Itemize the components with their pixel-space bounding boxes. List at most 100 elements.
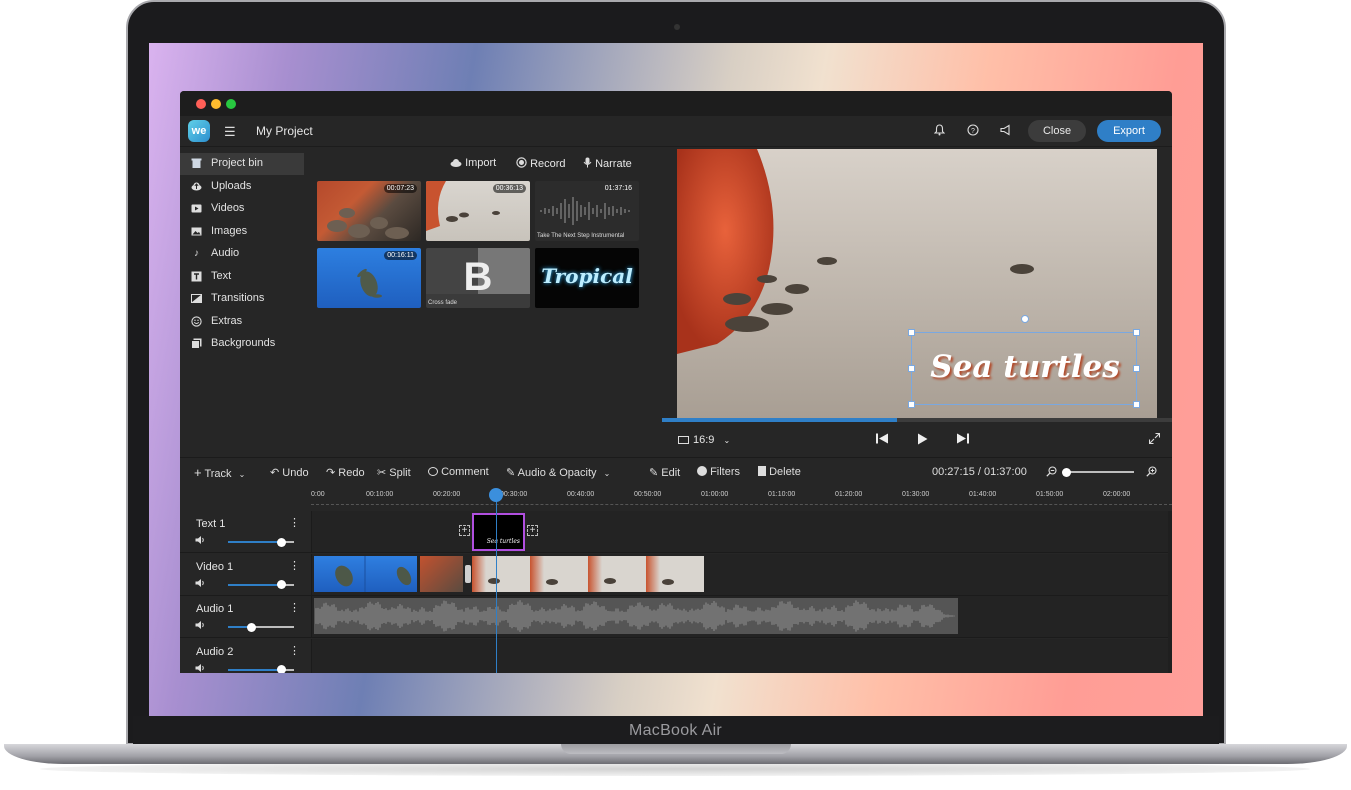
sidebar-item-project-bin[interactable]: Project bin: [180, 153, 304, 175]
track-menu-icon[interactable]: ⋮: [289, 601, 300, 614]
comment-button[interactable]: Comment: [428, 466, 489, 478]
track-volume-knob[interactable]: [247, 622, 257, 632]
track-name[interactable]: Audio 2: [196, 646, 233, 658]
sidebar-item-videos[interactable]: Videos: [180, 198, 304, 220]
zoom-slider-knob[interactable]: [1062, 467, 1071, 477]
aspect-ratio-icon: [678, 436, 689, 444]
track-volume-knob[interactable]: [276, 537, 286, 547]
import-button[interactable]: Import: [450, 157, 496, 170]
sidebar-item-transitions[interactable]: Transitions: [180, 288, 304, 310]
bell-icon[interactable]: [933, 124, 946, 139]
window-close-dot[interactable]: [196, 99, 206, 109]
track-name[interactable]: Video 1: [196, 561, 233, 573]
speaker-icon[interactable]: [195, 663, 205, 674]
add-track-label: Track: [204, 468, 232, 480]
speaker-icon[interactable]: [195, 535, 205, 548]
play-icon[interactable]: [917, 433, 928, 448]
media-item[interactable]: 00:16:11: [317, 248, 421, 308]
track-name[interactable]: Text 1: [196, 518, 225, 530]
sidebar-item-images[interactable]: Images: [180, 221, 304, 243]
resize-handle[interactable]: [908, 365, 915, 372]
resize-handle[interactable]: [1133, 365, 1140, 372]
help-icon[interactable]: ?: [967, 124, 979, 139]
zoom-out-icon[interactable]: [1046, 466, 1057, 480]
sidebar-item-backgrounds[interactable]: Backgrounds: [180, 333, 304, 355]
track-header: Audio 1 ⋮: [180, 596, 311, 638]
track-volume-knob[interactable]: [276, 580, 286, 589]
media-item[interactable]: 00:07:23: [317, 181, 421, 241]
resize-handle[interactable]: [1133, 329, 1140, 336]
playback-progress-bar[interactable]: [662, 418, 1172, 422]
sidebar-item-uploads[interactable]: Uploads: [180, 176, 304, 198]
export-button[interactable]: Export: [1097, 120, 1161, 142]
speaker-icon[interactable]: [195, 578, 205, 591]
add-transition-before[interactable]: +: [459, 525, 470, 536]
narrate-button[interactable]: Narrate: [583, 157, 632, 171]
track-name[interactable]: Audio 1: [196, 603, 233, 615]
clip-trim-handle[interactable]: [465, 565, 471, 583]
resize-handle[interactable]: [908, 401, 915, 408]
track-volume-slider[interactable]: [228, 622, 294, 632]
fullscreen-icon[interactable]: [1148, 432, 1161, 447]
aspect-ratio-select[interactable]: 16:9 ⌄: [678, 434, 730, 446]
audio-clip[interactable]: [314, 598, 958, 634]
track-volume-slider[interactable]: [228, 537, 294, 547]
filters-button[interactable]: Filters: [697, 466, 740, 478]
add-track-button[interactable]: + Track ⌄: [194, 465, 245, 480]
sidebar-item-audio[interactable]: ♪ Audio: [180, 243, 304, 265]
resize-handle[interactable]: [1133, 401, 1140, 408]
track-lane[interactable]: [311, 638, 1168, 673]
window-titlebar: [180, 91, 1172, 116]
audio-opacity-button[interactable]: ✎ Audio & Opacity ⌄: [506, 466, 610, 479]
delete-button[interactable]: Delete: [758, 466, 801, 478]
media-item[interactable]: 01:37:16 Take The Next Step Instrumental: [535, 181, 639, 241]
skip-back-icon[interactable]: [876, 433, 888, 447]
close-button[interactable]: Close: [1028, 120, 1086, 142]
track-menu-icon[interactable]: ⋮: [289, 559, 300, 572]
window-minimize-dot[interactable]: [211, 99, 221, 109]
timeline-ruler[interactable]: 0:00 00:10:00 00:20:00 00:30:00 00:40:00 00:5…: [311, 487, 1172, 505]
track-volume-knob[interactable]: [276, 665, 286, 673]
track-volume-slider[interactable]: [228, 665, 294, 673]
undo-button[interactable]: ↶ Undo: [270, 466, 309, 479]
overlay-text[interactable]: Sea turtles: [912, 349, 1138, 385]
zoom-slider[interactable]: [1062, 467, 1134, 477]
comment-label: Comment: [441, 466, 489, 478]
sidebar-item-extras[interactable]: Extras: [180, 311, 304, 333]
resize-handle[interactable]: [908, 329, 915, 336]
video-clip[interactable]: [420, 556, 463, 592]
text-clip[interactable]: Sea turtles: [472, 513, 525, 551]
record-button[interactable]: Record: [516, 157, 566, 171]
track-menu-icon[interactable]: ⋮: [289, 516, 300, 529]
redo-button[interactable]: ↷ Redo: [326, 466, 365, 479]
track-lane[interactable]: [311, 511, 1168, 553]
playhead-handle[interactable]: [489, 488, 503, 502]
split-button[interactable]: ✂ Split: [377, 466, 411, 479]
video-clip[interactable]: [472, 556, 704, 592]
narrate-label: Narrate: [595, 158, 632, 170]
video-preview[interactable]: Sea turtles: [677, 149, 1157, 419]
hamburger-menu-icon[interactable]: ☰: [224, 124, 236, 140]
sidebar-item-label: Extras: [211, 315, 243, 327]
timeline-scrollbar[interactable]: [1168, 511, 1172, 673]
smiley-icon: [191, 316, 202, 327]
speaker-icon[interactable]: [195, 620, 205, 633]
media-item[interactable]: 00:36:13: [426, 181, 530, 241]
track-menu-icon[interactable]: ⋮: [289, 644, 300, 657]
announce-icon[interactable]: [1000, 124, 1012, 139]
app-logo[interactable]: we: [188, 120, 210, 142]
add-transition-after[interactable]: +: [527, 525, 538, 536]
edit-button[interactable]: ✎ Edit: [649, 466, 680, 479]
window-zoom-dot[interactable]: [226, 99, 236, 109]
timecode: 00:27:15 / 01:37:00: [932, 466, 1027, 478]
zoom-in-icon[interactable]: [1146, 466, 1157, 480]
rotate-handle[interactable]: [1021, 315, 1029, 323]
sidebar-item-text[interactable]: Text: [180, 266, 304, 288]
media-item[interactable]: B Cross fade: [426, 248, 530, 308]
text-overlay-selection[interactable]: Sea turtles: [908, 315, 1140, 408]
track-volume-slider[interactable]: [228, 580, 294, 589]
video-clip[interactable]: [314, 556, 417, 592]
project-title[interactable]: My Project: [256, 124, 313, 138]
media-item[interactable]: Tropical: [535, 248, 639, 308]
skip-forward-icon[interactable]: [957, 433, 969, 447]
